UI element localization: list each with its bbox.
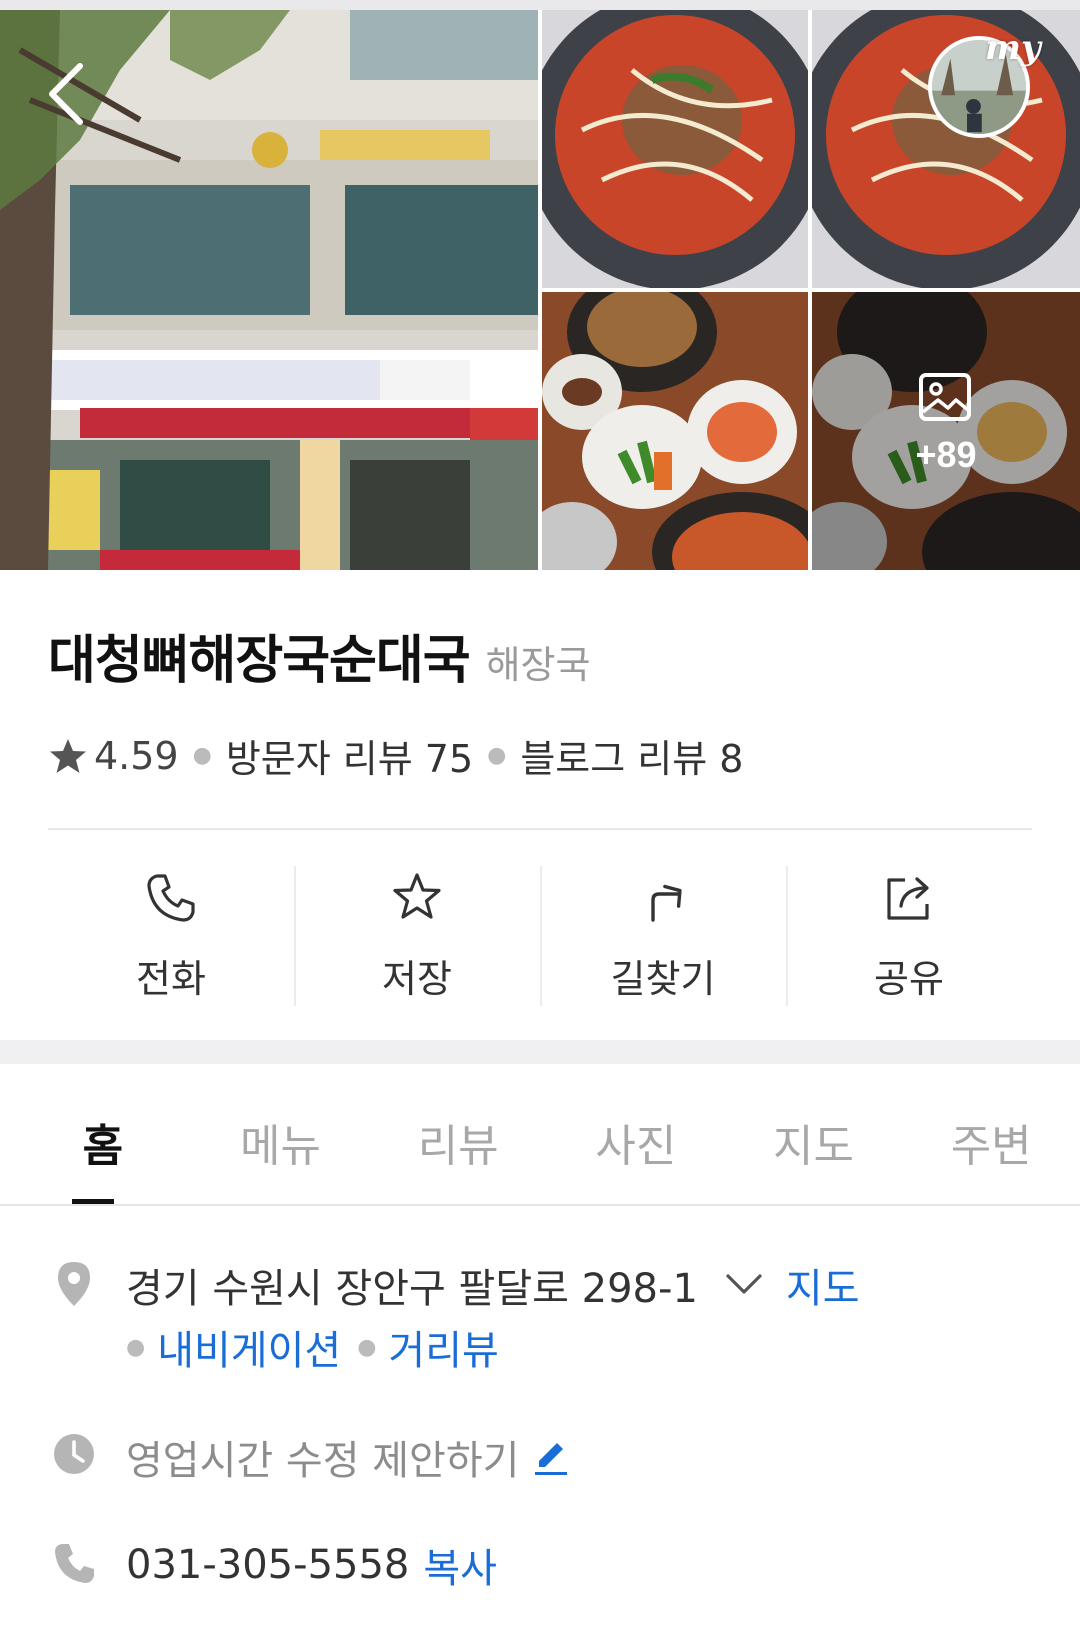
directions-button-label: 길찾기	[610, 957, 716, 1001]
back-button[interactable]	[40, 58, 100, 130]
map-link[interactable]: 지도	[786, 1256, 860, 1314]
food-photo[interactable]	[542, 10, 808, 288]
phone-icon	[55, 1544, 94, 1583]
section-separator	[0, 1040, 1080, 1064]
separator-dot: ●	[487, 743, 507, 768]
address-text: 경기 수원시 장안구 팔달로 298-1	[126, 1266, 698, 1312]
status-strip	[0, 0, 1080, 10]
tab-reviews[interactable]: 리뷰	[369, 1064, 547, 1204]
photo-gallery: my +89	[0, 0, 1080, 570]
share-button[interactable]: 공유	[786, 866, 1032, 1006]
tab-menu[interactable]: 메뉴	[192, 1064, 370, 1204]
street-view-link[interactable]: 거리뷰	[388, 1318, 498, 1376]
tab-home[interactable]: 홈	[14, 1064, 192, 1204]
divider	[48, 828, 1032, 830]
place-category: 해장국	[485, 643, 591, 687]
more-photos-count: +89	[915, 434, 977, 475]
pencil-icon	[535, 1443, 568, 1475]
separator-dot: ●	[126, 1334, 146, 1360]
separator-dot: ●	[357, 1334, 377, 1360]
more-photos-overlay[interactable]: +89	[812, 292, 1080, 570]
address-row: 경기 수원시 장안구 팔달로 298-1 지도	[126, 1256, 860, 1314]
separator-dot: ●	[192, 743, 212, 768]
location-pin-icon	[58, 1262, 90, 1306]
copy-phone-button[interactable]: 복사	[423, 1536, 497, 1594]
rating-value: 4.59	[94, 733, 179, 778]
call-button-label: 전화	[136, 957, 206, 1001]
my-badge-label: my	[985, 28, 1041, 68]
suggest-hours-label: 영업시간 수정 제안하기	[126, 1438, 520, 1484]
place-name: 대청뼈해장국순대국	[48, 631, 471, 691]
navigation-link[interactable]: 내비게이션	[157, 1318, 341, 1376]
storefront-photo[interactable]	[0, 10, 538, 570]
blog-reviews-link[interactable]: 블로그 리뷰 8	[520, 728, 743, 783]
food-photo[interactable]	[542, 292, 808, 570]
clock-icon	[54, 1434, 94, 1474]
tab-map[interactable]: 지도	[725, 1064, 903, 1204]
place-title-row: 대청뼈해장국순대국 해장국	[48, 618, 590, 693]
save-button-label: 저장	[382, 957, 452, 1001]
chevron-left-icon	[49, 63, 83, 125]
share-button-label: 공유	[874, 957, 944, 1001]
save-button[interactable]: 저장	[294, 866, 540, 1006]
tab-nearby[interactable]: 주변	[902, 1064, 1080, 1204]
tab-bar-divider	[0, 1204, 1080, 1206]
phone-row: 031-305-5558 복사	[126, 1536, 497, 1594]
tab-bar: 홈 메뉴 리뷰 사진 지도 주변	[0, 1064, 1080, 1204]
place-detail-page: my +89 대청뼈해장국순대국 해장국 4.59 ● 방문자 리뷰 75 ● …	[0, 0, 1080, 1635]
star-outline-icon	[393, 873, 441, 919]
directions-button[interactable]: 길찾기	[540, 866, 786, 1006]
tab-photos[interactable]: 사진	[547, 1064, 725, 1204]
address-links-row: ● 내비게이션 ● 거리뷰	[126, 1318, 499, 1376]
action-bar: 전화 저장 길찾기 공유	[48, 866, 1032, 1006]
phone-icon	[147, 874, 195, 922]
directions-arrow-icon	[651, 884, 682, 922]
phone-number[interactable]: 031-305-5558	[126, 1542, 409, 1588]
suggest-hours-edit[interactable]: 영업시간 수정 제안하기	[126, 1428, 571, 1486]
share-icon	[887, 877, 929, 920]
image-icon	[919, 373, 971, 421]
call-button[interactable]: 전화	[48, 866, 294, 1006]
place-stats-row: 4.59 ● 방문자 리뷰 75 ● 블로그 리뷰 8	[48, 728, 743, 783]
visitor-reviews-link[interactable]: 방문자 리뷰 75	[226, 728, 473, 783]
chevron-down-icon[interactable]	[722, 1270, 766, 1300]
star-icon	[50, 738, 86, 773]
